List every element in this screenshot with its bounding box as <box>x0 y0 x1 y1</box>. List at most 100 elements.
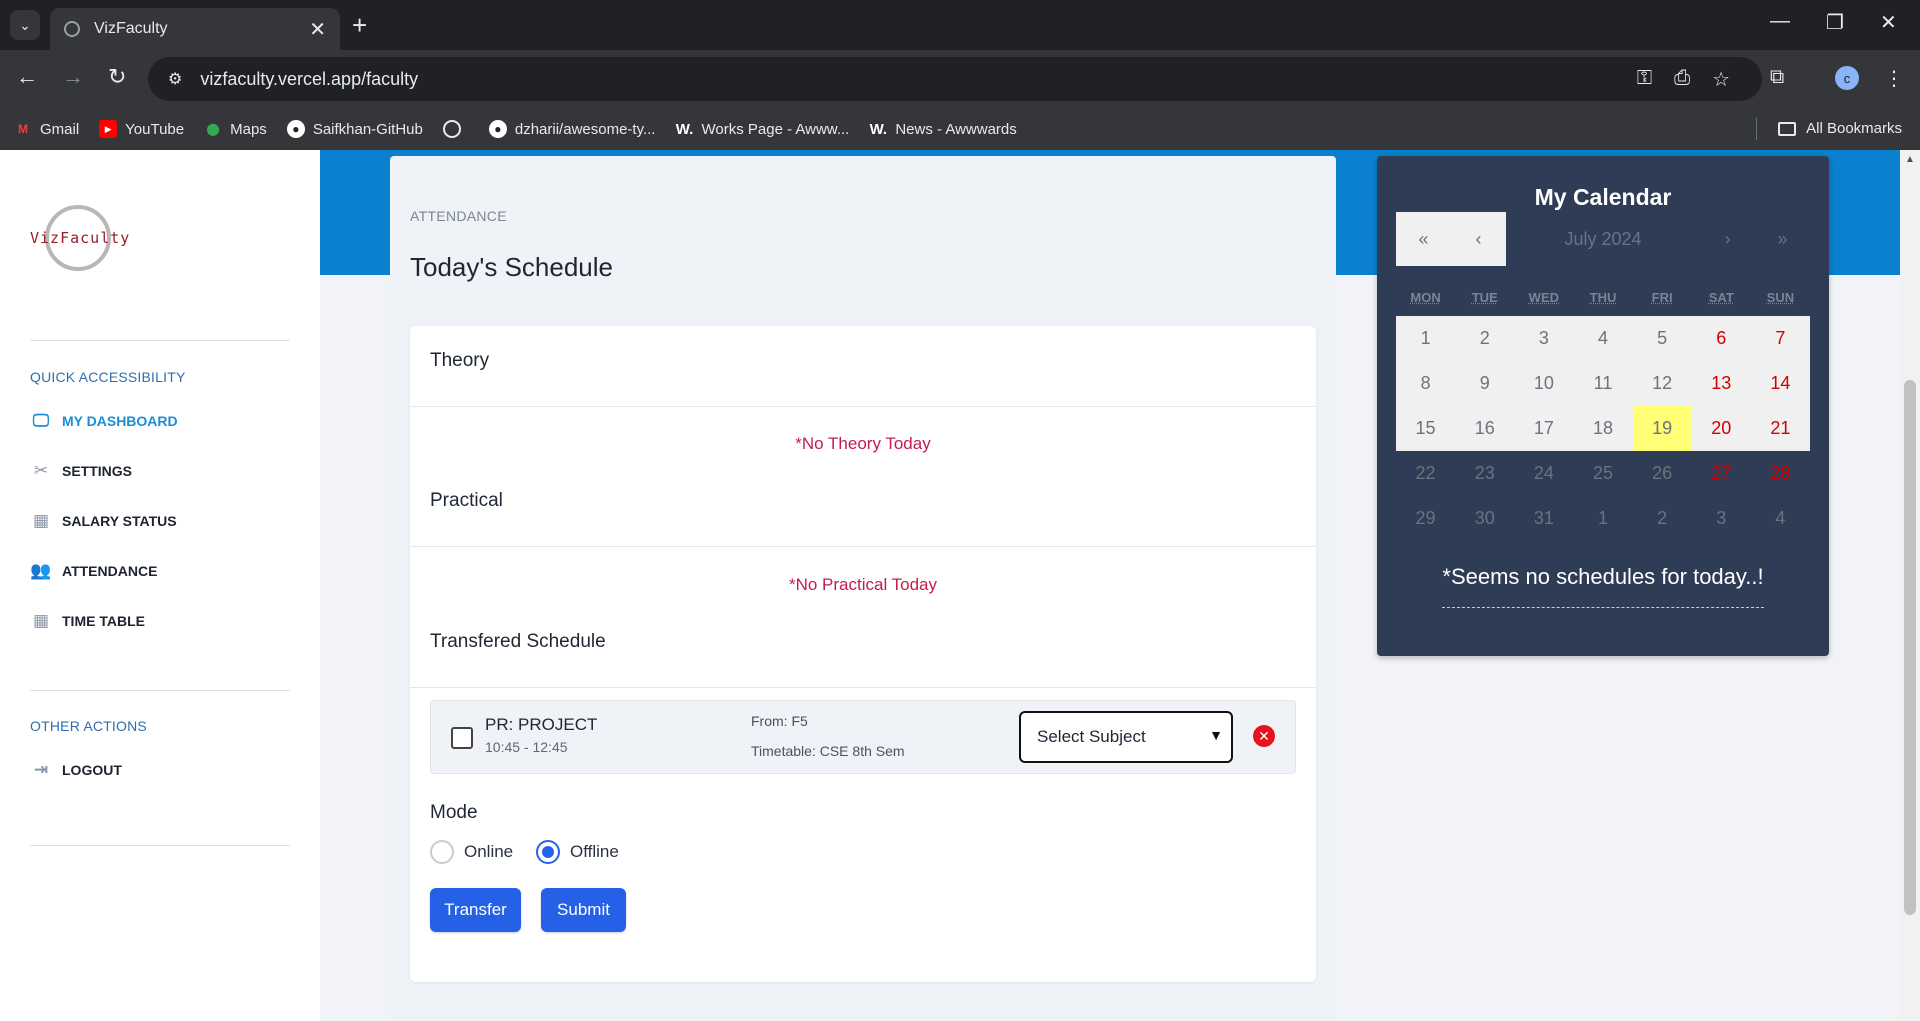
bookmark-news-awwwards[interactable]: W. News - Awwwards <box>869 120 1017 138</box>
calendar-day[interactable]: 6 <box>1691 316 1751 361</box>
sidebar-item-attendance[interactable]: 👥 ATTENDANCE <box>30 561 157 580</box>
bookmark-saifkhan-github[interactable]: ● Saifkhan-GitHub <box>286 120 423 138</box>
sidebar-item-logout[interactable]: ⇥ LOGOUT <box>30 760 122 779</box>
calendar-day[interactable]: 19 <box>1632 406 1692 451</box>
calendar-day[interactable]: 7 <box>1750 316 1810 361</box>
bookmark-gmail[interactable]: M Gmail <box>14 120 79 138</box>
install-app-icon[interactable]: ⎙ <box>1674 67 1690 92</box>
weekday-sun: SUN <box>1766 290 1795 305</box>
sidebar-item-settings[interactable]: ✂ SETTINGS <box>30 461 132 480</box>
timetable-text: Timetable: CSE 8th Sem <box>751 743 905 759</box>
bookmark-youtube[interactable]: ▶ YouTube <box>99 120 184 138</box>
calendar-day[interactable]: 29 <box>1396 496 1455 541</box>
schedule-checkbox[interactable] <box>451 727 473 749</box>
transfer-button[interactable]: Transfer <box>430 888 521 932</box>
radio-button[interactable] <box>536 840 560 864</box>
subject-time: 10:45 - 12:45 <box>485 739 568 755</box>
calendar-day[interactable]: 18 <box>1573 406 1633 451</box>
scrollbar-thumb[interactable] <box>1904 380 1916 915</box>
calendar-day[interactable]: 24 <box>1514 451 1573 496</box>
calendar-day[interactable]: 15 <box>1396 406 1456 451</box>
sidebar-item-my-dashboard[interactable]: 🖵 MY DASHBOARD <box>30 411 178 430</box>
section-other-actions: OTHER ACTIONS <box>30 718 147 734</box>
calendar-day[interactable]: 14 <box>1750 361 1810 406</box>
bookmarks-bar: M Gmail ▶ YouTube ⬤ Maps ● Saifkhan-GitH… <box>0 108 1920 150</box>
calendar-day[interactable]: 22 <box>1396 451 1455 496</box>
sidebar-divider <box>30 845 290 846</box>
calendar-day[interactable]: 4 <box>1751 496 1810 541</box>
prev-year-button[interactable]: « <box>1396 212 1451 266</box>
calendar-day[interactable]: 12 <box>1632 361 1692 406</box>
scroll-up-icon[interactable]: ▲ <box>1905 154 1915 165</box>
next-month-button[interactable]: › <box>1700 212 1755 266</box>
sidebar-item-salary-status[interactable]: ▦ SALARY STATUS <box>30 511 177 530</box>
calendar-day[interactable]: 9 <box>1455 361 1515 406</box>
address-bar[interactable]: ⚙ vizfaculty.vercel.app/faculty <box>148 57 1762 101</box>
star-icon[interactable]: ☆ <box>1712 67 1730 92</box>
calendar-day[interactable]: 8 <box>1396 361 1456 406</box>
bookmark-globe[interactable] <box>442 120 469 138</box>
window-close-icon[interactable]: ✕ <box>1880 10 1897 35</box>
extensions-icon[interactable]: ⧉ <box>1770 66 1784 89</box>
calendar-day[interactable]: 10 <box>1514 361 1574 406</box>
calendar-day[interactable]: 30 <box>1455 496 1514 541</box>
browser-toolbar: ← → ↻ ⚙ vizfaculty.vercel.app/faculty ⚿ … <box>0 50 1920 108</box>
radio-button[interactable] <box>430 840 454 864</box>
browser-tab[interactable]: VizFaculty ✕ <box>50 8 340 50</box>
minimize-icon[interactable]: — <box>1770 10 1790 33</box>
reload-icon[interactable]: ↻ <box>108 66 126 88</box>
remove-icon[interactable]: ✕ <box>1253 725 1275 747</box>
subject-select[interactable]: Select Subject ▼ <box>1019 711 1233 763</box>
calendar-month-label[interactable]: July 2024 <box>1506 212 1700 266</box>
calendar-day[interactable]: 3 <box>1692 496 1751 541</box>
calendar-day[interactable]: 23 <box>1455 451 1514 496</box>
calendar-day[interactable]: 26 <box>1633 451 1692 496</box>
calendar-day[interactable]: 4 <box>1573 316 1633 361</box>
calendar-day[interactable]: 5 <box>1632 316 1692 361</box>
site-settings-icon[interactable]: ⚙ <box>168 69 182 89</box>
submit-button[interactable]: Submit <box>541 888 626 932</box>
weekday-sat: SAT <box>1708 290 1734 305</box>
next-year-button[interactable]: » <box>1755 212 1810 266</box>
bookmarks-divider <box>1756 118 1757 140</box>
tab-search-button[interactable]: ⌄ <box>10 10 40 40</box>
calendar-day[interactable]: 2 <box>1633 496 1692 541</box>
bookmark-maps[interactable]: ⬤ Maps <box>204 120 266 138</box>
calendar-day[interactable]: 31 <box>1514 496 1573 541</box>
back-icon[interactable]: ← <box>16 66 38 88</box>
calendar-day[interactable]: 27 <box>1692 451 1751 496</box>
calendar-day[interactable]: 21 <box>1750 406 1810 451</box>
calendar-day[interactable]: 1 <box>1573 496 1632 541</box>
calendar-day[interactable]: 11 <box>1573 361 1633 406</box>
calendar-day[interactable]: 16 <box>1455 406 1515 451</box>
prev-month-button[interactable]: ‹ <box>1451 212 1506 266</box>
weekday-wed: WED <box>1528 290 1560 305</box>
calendar-day[interactable]: 3 <box>1514 316 1574 361</box>
sidebar-item-time-table[interactable]: ▦ TIME TABLE <box>30 611 145 630</box>
key-icon[interactable]: ⚿ <box>1637 67 1652 92</box>
calendar-day[interactable]: 17 <box>1514 406 1574 451</box>
calendar-day[interactable]: 1 <box>1396 316 1456 361</box>
logo-text: VizFaculty <box>30 229 131 247</box>
calendar-day[interactable]: 13 <box>1691 361 1751 406</box>
app-logo[interactable]: VizFaculty <box>30 205 140 275</box>
page-title: Today's Schedule <box>410 252 613 282</box>
mode-offline-radio[interactable]: Offline <box>536 840 619 864</box>
page-scrollbar[interactable]: ▲ <box>1900 150 1920 1021</box>
restore-icon[interactable]: ❐ <box>1826 10 1844 35</box>
calendar-day[interactable]: 20 <box>1691 406 1751 451</box>
forward-icon[interactable]: → <box>62 66 84 88</box>
bookmark-works-page[interactable]: W. Works Page - Awww... <box>675 120 850 138</box>
github-icon: ● <box>488 120 507 138</box>
mode-online-radio[interactable]: Online <box>430 840 513 864</box>
browser-tab-bar: ⌄ VizFaculty ✕ + — ❐ ✕ <box>0 0 1920 50</box>
menu-icon[interactable]: ⋮ <box>1884 66 1904 91</box>
all-bookmarks-button[interactable]: All Bookmarks <box>1778 120 1902 137</box>
new-tab-button[interactable]: + <box>352 12 367 38</box>
bookmark-awesome-ty[interactable]: ● dzharii/awesome-ty... <box>488 120 655 138</box>
calendar-day[interactable]: 28 <box>1751 451 1810 496</box>
calendar-day[interactable]: 2 <box>1455 316 1515 361</box>
close-icon[interactable]: ✕ <box>309 17 326 42</box>
calendar-day[interactable]: 25 <box>1573 451 1632 496</box>
profile-avatar[interactable]: c <box>1835 66 1859 90</box>
